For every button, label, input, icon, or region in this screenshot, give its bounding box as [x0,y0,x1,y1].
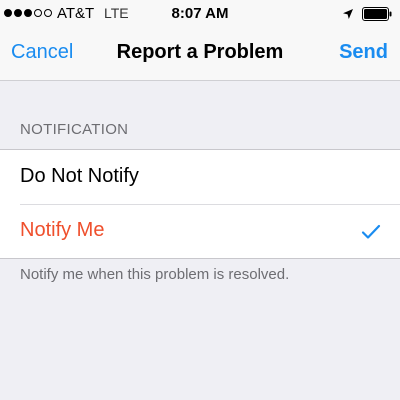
status-time: 8:07 AM [171,5,229,22]
navigation-bar: Cancel Report a Problem Send [0,28,400,81]
option-label: Notify Me [20,219,105,241]
option-label: Do Not Notify [20,165,139,187]
notification-footer-note: Notify me when this problem is resolved. [20,266,290,283]
battery-icon [362,7,392,21]
option-do-not-notify[interactable]: Do Not Notify [0,150,400,204]
status-bar: AT&T LTE 8:07 AM [0,0,400,28]
send-button[interactable]: Send [339,41,388,64]
report-problem-screen: AT&T LTE 8:07 AM Cancel Report a Problem… [0,0,400,400]
notification-options-list: Do Not Notify Notify Me [0,149,400,259]
notification-section-header: NOTIFICATION [20,121,129,138]
option-notify-me[interactable]: Notify Me [0,204,400,258]
location-arrow-icon [343,9,353,19]
checkmark-icon [361,224,381,239]
